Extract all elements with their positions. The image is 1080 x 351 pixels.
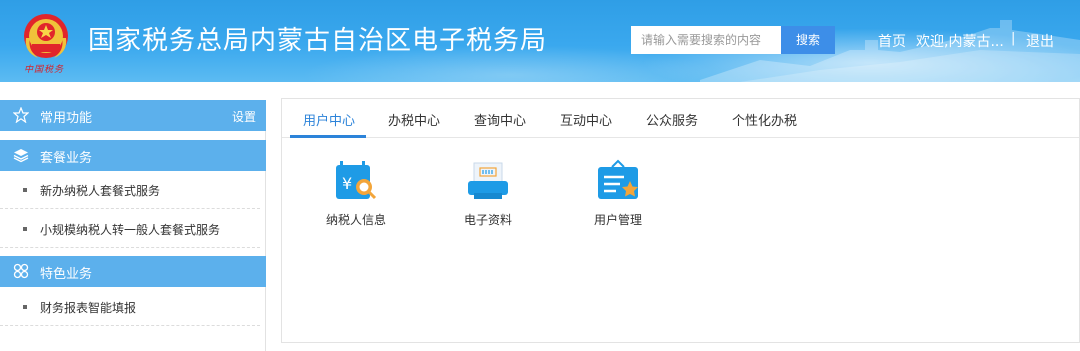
site-header: 中国税务 国家税务总局内蒙古自治区电子税务局 请输入需要搜索的内容 搜索 首页 … (0, 0, 1080, 82)
sidebar-section-featured-business[interactable]: 特色业务 (0, 256, 266, 287)
sidebar-item-label: 新办纳税人套餐式服务 (40, 184, 161, 198)
sidebar-item-new-taxpayer-package[interactable]: 新办纳税人套餐式服务 (0, 171, 260, 209)
tile-taxpayer-info[interactable]: ¥ 纳税人信息 (306, 157, 406, 237)
tile-label: 纳税人信息 (325, 213, 386, 227)
tab-tax-center[interactable]: 办税中心 (388, 110, 440, 129)
layers-icon (13, 149, 29, 163)
taxpayer-info-icon: ¥ (336, 161, 377, 200)
tile-user-management[interactable]: 用户管理 (568, 157, 668, 237)
tile-label: 电子资料 (463, 213, 512, 227)
sidebar-item-financial-report-filling[interactable]: 财务报表智能填报 (0, 288, 260, 326)
sidebar: 常用功能 设置 套餐业务 新办纳税人套餐式服务 小规模纳税人转一般人套餐式服务 … (0, 100, 266, 351)
sidebar-section-package-business[interactable]: 套餐业务 (0, 140, 266, 171)
site-title: 国家税务总局内蒙古自治区电子税务局 (88, 26, 548, 56)
electronic-docs-icon (468, 162, 508, 199)
search-button[interactable]: 搜索 (781, 26, 835, 54)
welcome-user-link[interactable]: 欢迎,内蒙古... (916, 31, 1004, 51)
tab-public-service[interactable]: 公众服务 (646, 110, 698, 129)
bullet-icon (23, 227, 27, 231)
user-management-icon (598, 159, 638, 199)
emblem-caption: 中国税务 (24, 65, 65, 75)
settings-link[interactable]: 设置 (232, 108, 256, 125)
main-panel: 用户中心 办税中心 查询中心 互动中心 公众服务 个性化办税 ¥ 纳税人信息 电… (281, 98, 1080, 343)
tab-interaction-center[interactable]: 互动中心 (560, 110, 612, 129)
sidebar-section-label: 常用功能 (40, 111, 93, 126)
tab-personalized-tax[interactable]: 个性化办税 (732, 110, 797, 129)
tab-bar: 用户中心 办税中心 查询中心 互动中心 公众服务 个性化办税 (282, 99, 1079, 138)
search-input[interactable]: 请输入需要搜索的内容 (631, 26, 781, 54)
active-tab-indicator (290, 135, 366, 138)
tab-user-center[interactable]: 用户中心 (303, 110, 355, 129)
sidebar-item-label: 小规模纳税人转一般人套餐式服务 (40, 223, 221, 237)
svg-text:¥: ¥ (342, 174, 352, 193)
logout-link[interactable]: 退出 (1026, 31, 1054, 51)
nav-separator: | (1011, 31, 1016, 46)
home-link[interactable]: 首页 (878, 31, 906, 51)
tile-electronic-docs[interactable]: 电子资料 (438, 157, 538, 237)
sidebar-section-label: 特色业务 (40, 267, 93, 282)
tile-label: 用户管理 (593, 213, 642, 227)
sidebar-item-label: 财务报表智能填报 (40, 301, 137, 315)
sidebar-item-small-scale-conversion-package[interactable]: 小规模纳税人转一般人套餐式服务 (0, 210, 260, 248)
bullet-icon (23, 188, 27, 192)
tab-query-center[interactable]: 查询中心 (474, 110, 526, 129)
grid-icon (13, 263, 29, 279)
sidebar-section-label: 套餐业务 (40, 151, 93, 166)
sidebar-section-common-functions[interactable]: 常用功能 设置 (0, 100, 266, 131)
bullet-icon (23, 305, 27, 309)
star-icon (13, 107, 29, 123)
